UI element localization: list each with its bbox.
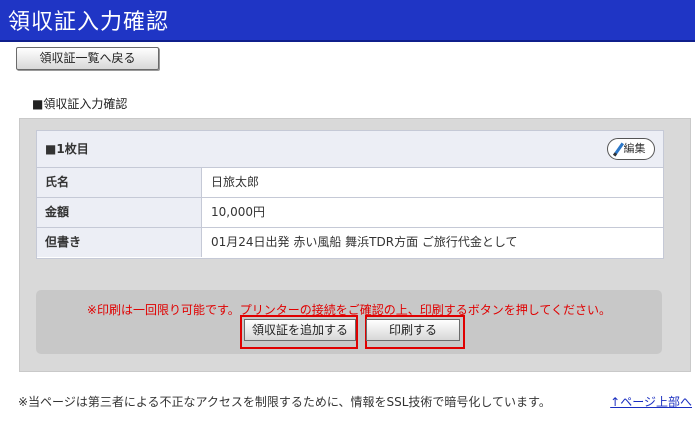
page-title: 領収証入力確認 (8, 10, 170, 35)
receipt-card: ■1枚目 編集 氏名 日旅太郎 金額 10,000円 但書き 01月24日出発 … (36, 130, 664, 259)
pencil-icon (612, 141, 624, 157)
add-receipt-button[interactable]: 領収証を追加する (244, 319, 356, 341)
edit-button[interactable]: 編集 (607, 138, 655, 160)
card-header: ■1枚目 編集 (37, 131, 663, 168)
edit-label: 編集 (623, 142, 646, 155)
field-label: 氏名 (37, 168, 202, 197)
field-row-name: 氏名 日旅太郎 (37, 168, 663, 198)
action-area: ※印刷は一回限り可能です。プリンターの接続をご確認の上、印刷するボタンを押してく… (36, 290, 662, 354)
section-label: ■領収証入力確認 (32, 97, 128, 111)
field-row-amount: 金額 10,000円 (37, 198, 663, 228)
print-button[interactable]: 印刷する (366, 319, 460, 341)
ssl-note: ※当ページは第三者による不正なアクセスを制限するために、情報をSSL技術で暗号化… (18, 395, 551, 409)
page-header: 領収証入力確認 (0, 0, 695, 42)
back-to-list-button[interactable]: 領収証一覧へ戻る (16, 47, 159, 70)
field-value: 10,000円 (211, 205, 265, 219)
field-value: 01月24日出発 赤い風船 舞浜TDR方面 ご旅行代金として (211, 235, 518, 249)
page-top-link[interactable]: ↑ページ上部へ (610, 393, 692, 410)
card-title: ■1枚目 (45, 142, 89, 156)
field-label: 金額 (37, 198, 202, 227)
field-row-description: 但書き 01月24日出発 赤い風船 舞浜TDR方面 ご旅行代金として (37, 228, 663, 257)
field-value: 日旅太郎 (211, 175, 260, 189)
field-label: 但書き (37, 228, 202, 257)
